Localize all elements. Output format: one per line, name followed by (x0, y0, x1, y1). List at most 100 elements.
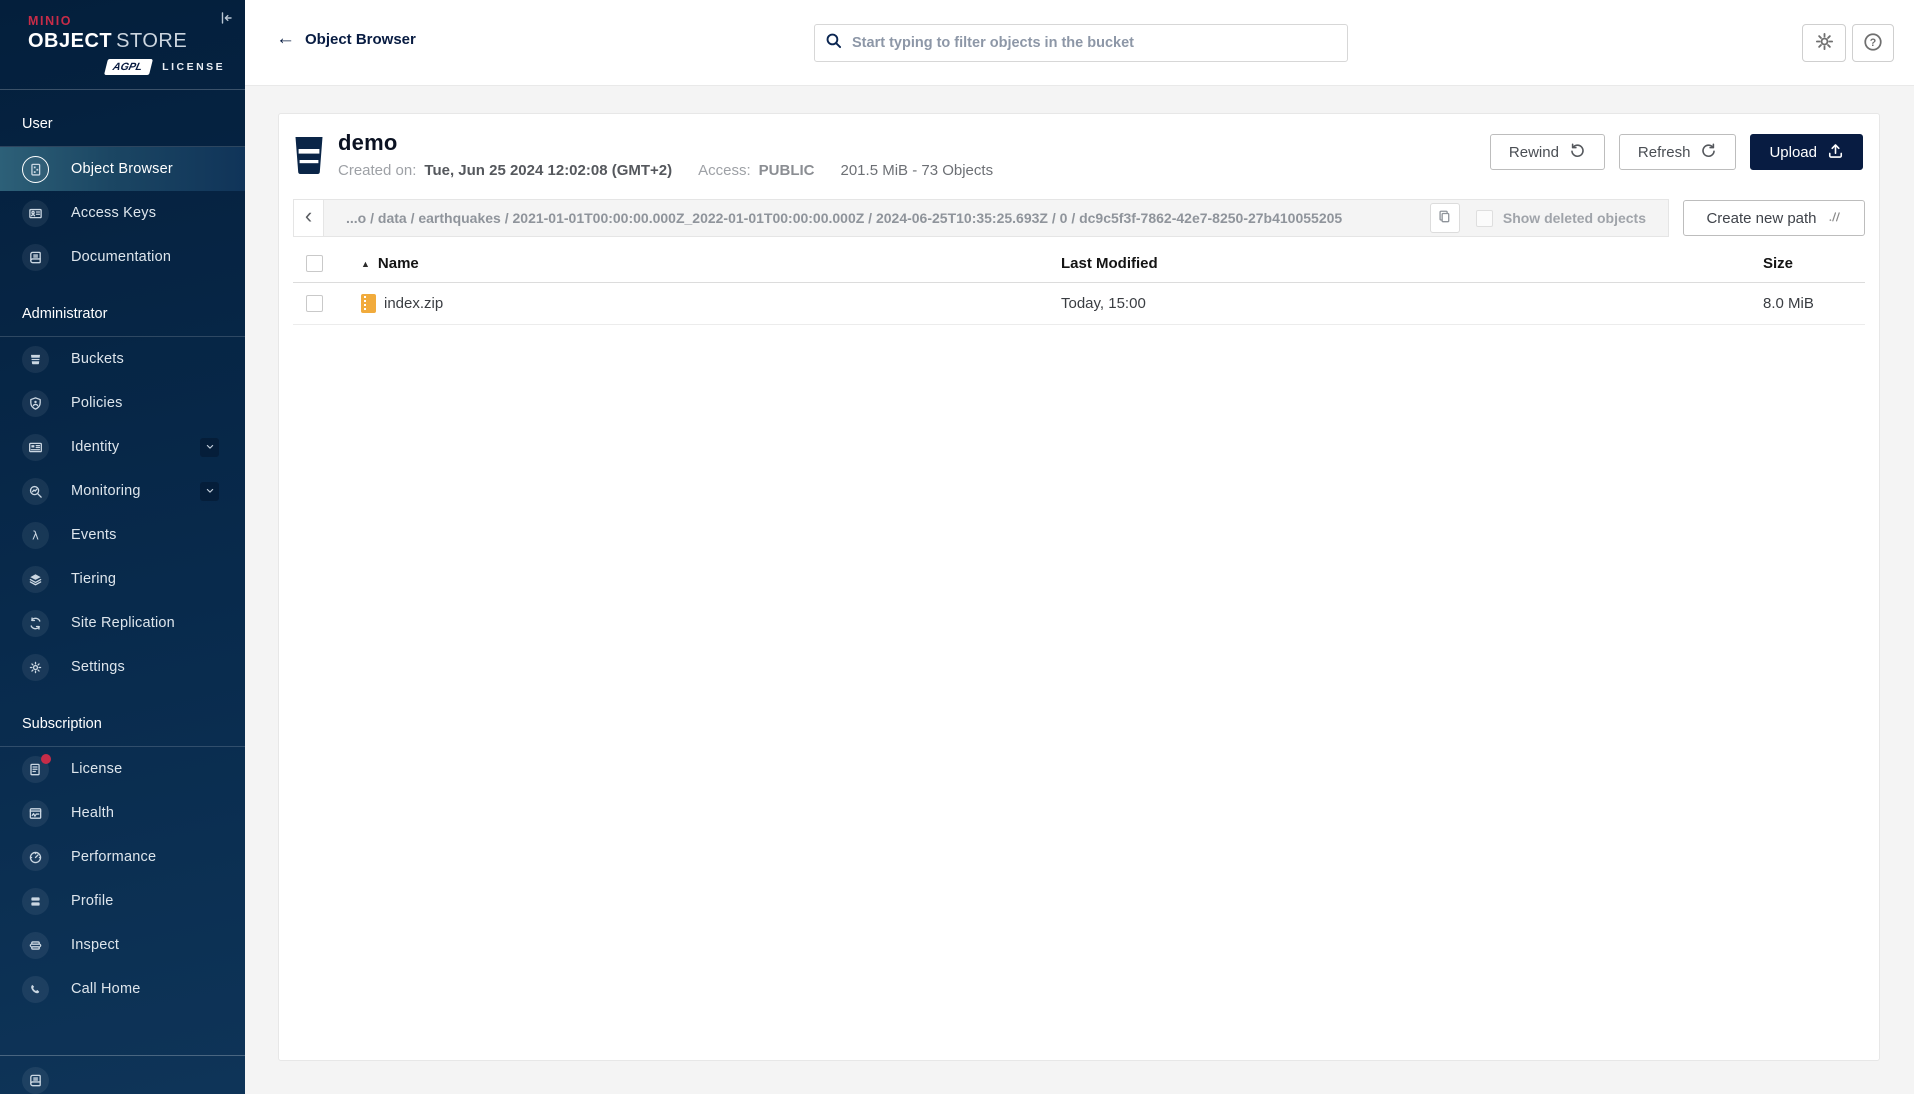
bucket-title: demo (338, 130, 398, 155)
sidebar-item-tiering[interactable]: Tiering (0, 557, 245, 601)
create-path-icon (1827, 209, 1842, 228)
sidebar-item-documentation[interactable]: Documentation (0, 235, 245, 279)
copy-icon (1437, 209, 1452, 227)
sidebar-item-label: Events (71, 527, 117, 543)
settings-icon (22, 653, 49, 681)
object-name[interactable]: index.zip (384, 295, 443, 312)
site-replication-icon (22, 609, 49, 637)
sidebar-item-license[interactable]: License (0, 747, 245, 791)
object-modified: Today, 15:00 (1061, 295, 1146, 312)
sidebar-bottom (0, 1055, 245, 1094)
sidebar-item-label: Inspect (71, 937, 120, 953)
bucket-meta: Created on: Tue, Jun 25 2024 12:02:08 (G… (338, 162, 993, 179)
back-button[interactable]: ← (276, 29, 295, 48)
sidebar-item-health[interactable]: Health (0, 791, 245, 835)
section-label: Subscription (22, 716, 102, 732)
policies-icon (22, 389, 49, 417)
page-title: Object Browser (305, 31, 416, 48)
bucket-usage: 201.5 MiB - 73 Objects (840, 162, 994, 179)
table-row[interactable]: index.zip Today, 15:00 8.0 MiB (293, 283, 1865, 325)
sidebar-item-buckets[interactable]: Buckets (0, 337, 245, 381)
sidebar-item-label: Buckets (71, 351, 124, 367)
breadcrumb-bar: ...o / data / earthquakes / 2021-01-01T0… (323, 199, 1669, 237)
performance-icon (22, 843, 49, 871)
identity-icon (22, 433, 49, 461)
sidebar-bottom-divider (0, 1055, 245, 1056)
settings-button[interactable] (1802, 24, 1846, 62)
svg-text:λ: λ (32, 529, 39, 542)
breadcrumb[interactable]: ...o / data / earthquakes / 2021-01-01T0… (346, 210, 1418, 226)
sidebar-item-settings[interactable]: Settings (0, 645, 245, 689)
select-all-checkbox[interactable] (306, 255, 323, 272)
sidebar-bottom-icon[interactable] (22, 1067, 49, 1094)
show-deleted-checkbox[interactable] (1475, 209, 1493, 227)
column-header-name[interactable]: Name (378, 255, 419, 272)
refresh-icon (1700, 142, 1717, 163)
created-value: Tue, Jun 25 2024 12:02:08 (GMT+2) (424, 162, 673, 179)
minio-wordmark: MINIO (28, 14, 73, 28)
sidebar-item-label: Access Keys (71, 205, 157, 221)
sort-asc-icon[interactable]: ▲ (361, 259, 370, 269)
inspect-icon (22, 931, 49, 959)
back-arrow-icon: ← (276, 28, 295, 49)
column-header-modified[interactable]: Last Modified (1061, 255, 1763, 272)
tiering-icon (22, 565, 49, 593)
upload-button[interactable]: Upload (1750, 134, 1863, 170)
search-input[interactable] (852, 35, 1337, 51)
sidebar-item-label: Tiering (71, 571, 117, 587)
sidebar-section-subscription: Subscription License Health Performance Prof… (0, 716, 245, 1011)
sidebar-item-inspect[interactable]: Inspect (0, 923, 245, 967)
sidebar-item-call-home[interactable]: Call Home (0, 967, 245, 1011)
license-row: AGPL LICENSE (104, 59, 245, 75)
zip-file-icon (361, 294, 376, 313)
rewind-button[interactable]: Rewind (1489, 134, 1605, 170)
refresh-button[interactable]: Refresh (1618, 134, 1737, 170)
object-browser-icon (22, 155, 49, 183)
row-checkbox[interactable] (306, 295, 323, 312)
section-label: Administrator (22, 306, 108, 322)
bucket-info: demo Created on: Tue, Jun 25 2024 12:02:… (338, 130, 993, 179)
section-label: User (22, 116, 53, 132)
upload-label: Upload (1769, 143, 1817, 161)
bucket-actions: Rewind Refresh Upload (1489, 130, 1863, 170)
sidebar-item-label: Site Replication (71, 615, 175, 631)
sidebar-item-profile[interactable]: Profile (0, 879, 245, 923)
sidebar-item-policies[interactable]: Policies (0, 381, 245, 425)
access-value: PUBLIC (758, 162, 815, 179)
health-icon (22, 799, 49, 827)
minio-logo: MINIO OBJECT STORE AGPL LICENSE (0, 0, 245, 75)
breadcrumb-row: ‹ ...o / data / earthquakes / 2021-01-01… (293, 199, 1865, 237)
create-path-button[interactable]: Create new path (1683, 200, 1865, 236)
table-header: ▲ Name Last Modified Size (293, 245, 1865, 283)
sidebar-item-label: Monitoring (71, 483, 141, 499)
agpl-badge: AGPL (104, 59, 154, 75)
chevron-down-icon[interactable] (200, 437, 219, 457)
search-icon (825, 32, 842, 54)
bucket-panel: demo Created on: Tue, Jun 25 2024 12:02:… (278, 113, 1880, 1061)
copy-path-button[interactable] (1429, 203, 1460, 233)
help-button[interactable]: ? (1852, 24, 1894, 62)
collapse-sidebar-icon[interactable] (215, 8, 237, 30)
sidebar-item-monitoring[interactable]: Monitoring (0, 469, 245, 513)
sidebar-item-label: Performance (71, 849, 157, 865)
sidebar-item-identity[interactable]: Identity (0, 425, 245, 469)
sidebar-item-object-browser[interactable]: Object Browser (0, 147, 245, 191)
sidebar-item-access-keys[interactable]: Access Keys (0, 191, 245, 235)
sidebar-item-site-replication[interactable]: Site Replication (0, 601, 245, 645)
created-label: Created on: (338, 162, 417, 179)
license-alert-badge (41, 753, 51, 764)
refresh-label: Refresh (1637, 143, 1691, 161)
sidebar: MINIO OBJECT STORE AGPL LICENSE User Objec… (0, 0, 245, 1094)
sidebar-item-performance[interactable]: Performance (0, 835, 245, 879)
sidebar-nav: User Object Browser Access Keys Documentati… (0, 116, 245, 1011)
path-back-button[interactable]: ‹ (293, 199, 323, 237)
help-icon: ? (1863, 32, 1883, 55)
sidebar-item-events[interactable]: λ Events (0, 513, 245, 557)
show-deleted-label: Show deleted objects (1502, 210, 1646, 226)
buckets-icon (22, 345, 49, 373)
object-size: 8.0 MiB (1763, 295, 1814, 312)
column-header-size[interactable]: Size (1763, 255, 1865, 272)
chevron-down-icon[interactable] (200, 481, 219, 501)
product-name: OBJECT STORE (28, 30, 188, 52)
rewind-icon (1569, 142, 1586, 163)
